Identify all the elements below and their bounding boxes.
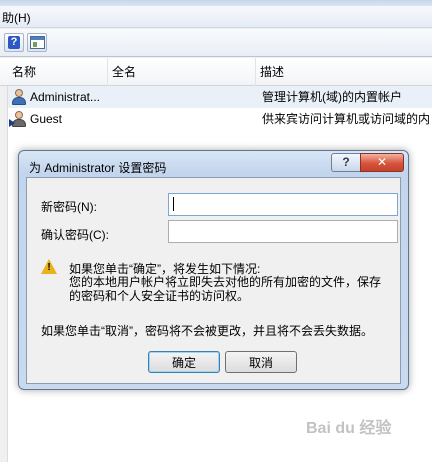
column-header-name[interactable]: 名称: [8, 58, 108, 86]
cancel-button[interactable]: 取消: [225, 351, 297, 373]
table-row-administrator[interactable]: Administrat... 管理计算机(域)的内置帐户: [8, 86, 432, 108]
ok-button[interactable]: 确定: [148, 351, 220, 373]
dialog-title: 为 Administrator 设置密码: [29, 161, 167, 175]
help-icon: ?: [8, 36, 20, 49]
confirm-password-input[interactable]: [168, 220, 398, 243]
baidu-watermark: Bai du 经验: [306, 420, 392, 437]
warning-icon: !: [41, 259, 57, 274]
set-password-dialog: 为 Administrator 设置密码 ? ✕ 新密码(N): 确认密码(C)…: [18, 150, 409, 390]
dialog-help-button[interactable]: ?: [331, 153, 361, 172]
user-name-cell: Guest: [30, 112, 63, 126]
cancel-note: 如果您单击“取消”，密码将不会被更改，并且将不会丢失数据。: [41, 324, 373, 338]
dialog-body: 新密码(N): 确认密码(C): ! 如果您单击“确定”，将发生如下情况: 您的…: [26, 177, 401, 384]
new-password-label: 新密码(N):: [41, 200, 97, 214]
dialog-close-button[interactable]: ✕: [360, 153, 404, 172]
menu-help[interactable]: 助(H): [0, 11, 34, 25]
list-header: 名称 全名 描述: [0, 58, 432, 86]
show-hide-pane-button[interactable]: [27, 33, 47, 52]
column-header-description[interactable]: 描述: [256, 58, 432, 86]
user-icon: [11, 89, 27, 105]
toolbar: ?: [0, 29, 432, 57]
help-toolbar-button[interactable]: ?: [4, 33, 24, 52]
window-title-strip: [0, 0, 432, 6]
menu-bar: 助(H): [0, 0, 432, 28]
show-hide-pane-icon: [30, 36, 45, 49]
list-left-edge: [0, 86, 8, 462]
user-description-cell: 供来宾访问计算机或访问域的内: [262, 112, 431, 126]
user-name-cell: Administrat...: [30, 90, 101, 104]
user-description-cell: 管理计算机(域)的内置帐户: [262, 90, 402, 104]
text-caret: [173, 197, 174, 211]
confirm-password-label: 确认密码(C):: [41, 228, 109, 242]
table-row-guest[interactable]: Guest 供来宾访问计算机或访问域的内: [8, 108, 432, 130]
column-header-fullname[interactable]: 全名: [108, 58, 256, 86]
user-icon: [9, 111, 27, 127]
new-password-input[interactable]: [168, 193, 398, 216]
warning-detail: 您的本地用户帐户将立即失去对他的所有加密的文件，保存的密码和个人安全证书的访问权…: [69, 275, 382, 303]
